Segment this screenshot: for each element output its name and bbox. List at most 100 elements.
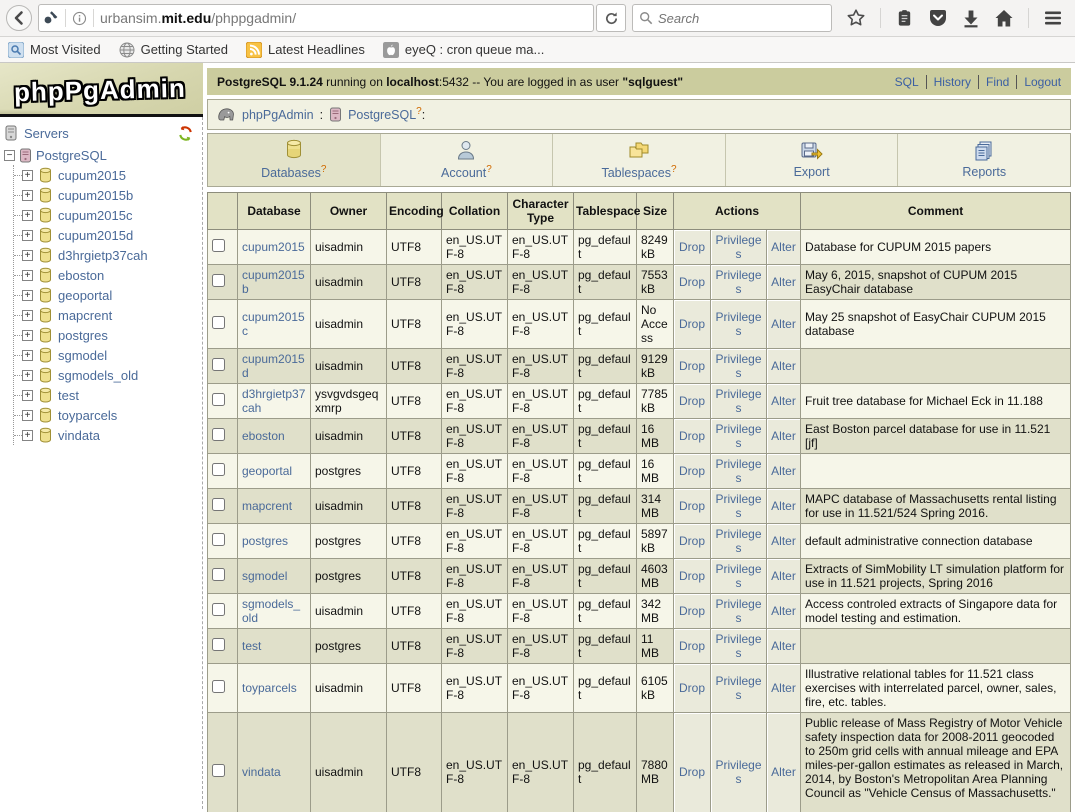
search-input[interactable] bbox=[658, 11, 798, 26]
expand-icon[interactable]: + bbox=[22, 330, 33, 341]
alter-link[interactable]: Alter bbox=[771, 275, 796, 289]
sidebar-item-sgmodels_old[interactable]: +sgmodels_old bbox=[14, 365, 198, 385]
sidebar-item-mapcrent[interactable]: +mapcrent bbox=[14, 305, 198, 325]
drop-link[interactable]: Drop bbox=[679, 499, 705, 513]
expand-icon[interactable]: + bbox=[22, 370, 33, 381]
search-box[interactable] bbox=[632, 4, 832, 32]
row-checkbox[interactable] bbox=[212, 568, 225, 581]
tab-databases[interactable]: Databases? bbox=[208, 134, 381, 186]
row-checkbox[interactable] bbox=[212, 358, 225, 371]
drop-link[interactable]: Drop bbox=[679, 604, 705, 618]
row-checkbox[interactable] bbox=[212, 393, 225, 406]
drop-link[interactable]: Drop bbox=[679, 765, 705, 779]
expand-icon[interactable]: + bbox=[22, 410, 33, 421]
database-link[interactable]: test bbox=[242, 639, 261, 653]
privileges-link[interactable]: Privileges bbox=[715, 597, 761, 625]
drop-link[interactable]: Drop bbox=[679, 359, 705, 373]
alter-link[interactable]: Alter bbox=[771, 569, 796, 583]
sidebar-item-geoportal[interactable]: +geoportal bbox=[14, 285, 198, 305]
privileges-link[interactable]: Privileges bbox=[715, 527, 761, 555]
find-link[interactable]: Find bbox=[979, 75, 1017, 89]
database-link[interactable]: geoportal bbox=[242, 464, 292, 478]
url-text[interactable]: urbansim.mit.edu/phppgadmin/ bbox=[100, 10, 589, 26]
privileges-link[interactable]: Privileges bbox=[715, 387, 761, 415]
privileges-link[interactable]: Privileges bbox=[715, 310, 761, 338]
database-link[interactable]: d3hrgietp37cah bbox=[242, 387, 305, 415]
drop-link[interactable]: Drop bbox=[679, 275, 705, 289]
sidebar-item-test[interactable]: +test bbox=[14, 385, 198, 405]
database-link[interactable]: cupum2015d bbox=[242, 352, 305, 380]
row-checkbox[interactable] bbox=[212, 428, 225, 441]
expand-icon[interactable]: + bbox=[22, 170, 33, 181]
tab-reports[interactable]: Reports bbox=[898, 134, 1070, 186]
alter-link[interactable]: Alter bbox=[771, 464, 796, 478]
alter-link[interactable]: Alter bbox=[771, 240, 796, 254]
row-checkbox[interactable] bbox=[212, 239, 225, 252]
url-bar[interactable]: urbansim.mit.edu/phppgadmin/ bbox=[38, 4, 594, 32]
expand-icon[interactable]: + bbox=[22, 190, 33, 201]
database-link[interactable]: sgmodels_old bbox=[242, 597, 300, 625]
pocket-icon[interactable] bbox=[928, 9, 948, 28]
privileges-link[interactable]: Privileges bbox=[715, 268, 761, 296]
reading-list-icon[interactable] bbox=[895, 9, 914, 28]
sidebar-item-sgmodel[interactable]: +sgmodel bbox=[14, 345, 198, 365]
privileges-link[interactable]: Privileges bbox=[715, 758, 761, 786]
alter-link[interactable]: Alter bbox=[771, 639, 796, 653]
sidebar-item-cupum2015c[interactable]: +cupum2015c bbox=[14, 205, 198, 225]
bookmark-latest-headlines[interactable]: Latest Headlines bbox=[246, 42, 365, 58]
history-link[interactable]: History bbox=[927, 75, 979, 89]
back-button[interactable] bbox=[6, 5, 32, 31]
tree-item-servers[interactable]: Servers bbox=[4, 123, 198, 143]
drop-link[interactable]: Drop bbox=[679, 639, 705, 653]
expand-icon[interactable]: + bbox=[22, 290, 33, 301]
row-checkbox[interactable] bbox=[212, 764, 225, 777]
row-checkbox[interactable] bbox=[212, 638, 225, 651]
database-link[interactable]: vindata bbox=[242, 765, 281, 779]
expand-icon[interactable]: + bbox=[22, 270, 33, 281]
tree-item-postgresql[interactable]: − PostgreSQL bbox=[4, 145, 198, 165]
database-link[interactable]: cupum2015c bbox=[242, 310, 305, 338]
sql-link[interactable]: SQL bbox=[888, 75, 927, 89]
reload-button[interactable] bbox=[596, 4, 626, 32]
row-checkbox[interactable] bbox=[212, 680, 225, 693]
expand-icon[interactable]: + bbox=[22, 350, 33, 361]
privileges-link[interactable]: Privileges bbox=[715, 352, 761, 380]
breadcrumb-app-link[interactable]: phpPgAdmin bbox=[242, 108, 314, 122]
sidebar-item-postgres[interactable]: +postgres bbox=[14, 325, 198, 345]
alter-link[interactable]: Alter bbox=[771, 499, 796, 513]
drop-link[interactable]: Drop bbox=[679, 317, 705, 331]
database-link[interactable]: toyparcels bbox=[242, 681, 297, 695]
drop-link[interactable]: Drop bbox=[679, 569, 705, 583]
database-link[interactable]: cupum2015b bbox=[242, 268, 305, 296]
drop-link[interactable]: Drop bbox=[679, 240, 705, 254]
database-link[interactable]: postgres bbox=[242, 534, 288, 548]
expand-icon[interactable]: + bbox=[22, 430, 33, 441]
row-checkbox[interactable] bbox=[212, 274, 225, 287]
tab-account[interactable]: Account? bbox=[381, 134, 554, 186]
drop-link[interactable]: Drop bbox=[679, 394, 705, 408]
sidebar-item-eboston[interactable]: +eboston bbox=[14, 265, 198, 285]
expand-icon[interactable]: + bbox=[22, 310, 33, 321]
logout-link[interactable]: Logout bbox=[1017, 75, 1061, 89]
sidebar-item-cupum2015b[interactable]: +cupum2015b bbox=[14, 185, 198, 205]
bookmark-eyeq[interactable]: eyeQ : cron queue ma... bbox=[383, 42, 544, 58]
expand-icon[interactable]: + bbox=[22, 250, 33, 261]
drop-link[interactable]: Drop bbox=[679, 681, 705, 695]
bookmark-getting-started[interactable]: Getting Started bbox=[119, 42, 228, 58]
privileges-link[interactable]: Privileges bbox=[715, 233, 761, 261]
tab-export[interactable]: Export bbox=[726, 134, 899, 186]
alter-link[interactable]: Alter bbox=[771, 765, 796, 779]
alter-link[interactable]: Alter bbox=[771, 681, 796, 695]
database-link[interactable]: mapcrent bbox=[242, 499, 292, 513]
privileges-link[interactable]: Privileges bbox=[715, 632, 761, 660]
privileges-link[interactable]: Privileges bbox=[715, 422, 761, 450]
menu-icon[interactable] bbox=[1043, 9, 1063, 27]
bookmark-most-visited[interactable]: Most Visited bbox=[8, 42, 101, 58]
alter-link[interactable]: Alter bbox=[771, 604, 796, 618]
alter-link[interactable]: Alter bbox=[771, 317, 796, 331]
sidebar-item-d3hrgietp37cah[interactable]: +d3hrgietp37cah bbox=[14, 245, 198, 265]
expand-icon[interactable]: + bbox=[22, 230, 33, 241]
download-icon[interactable] bbox=[962, 9, 980, 28]
privileges-link[interactable]: Privileges bbox=[715, 674, 761, 702]
help-question-icon[interactable]: ? bbox=[486, 164, 492, 175]
